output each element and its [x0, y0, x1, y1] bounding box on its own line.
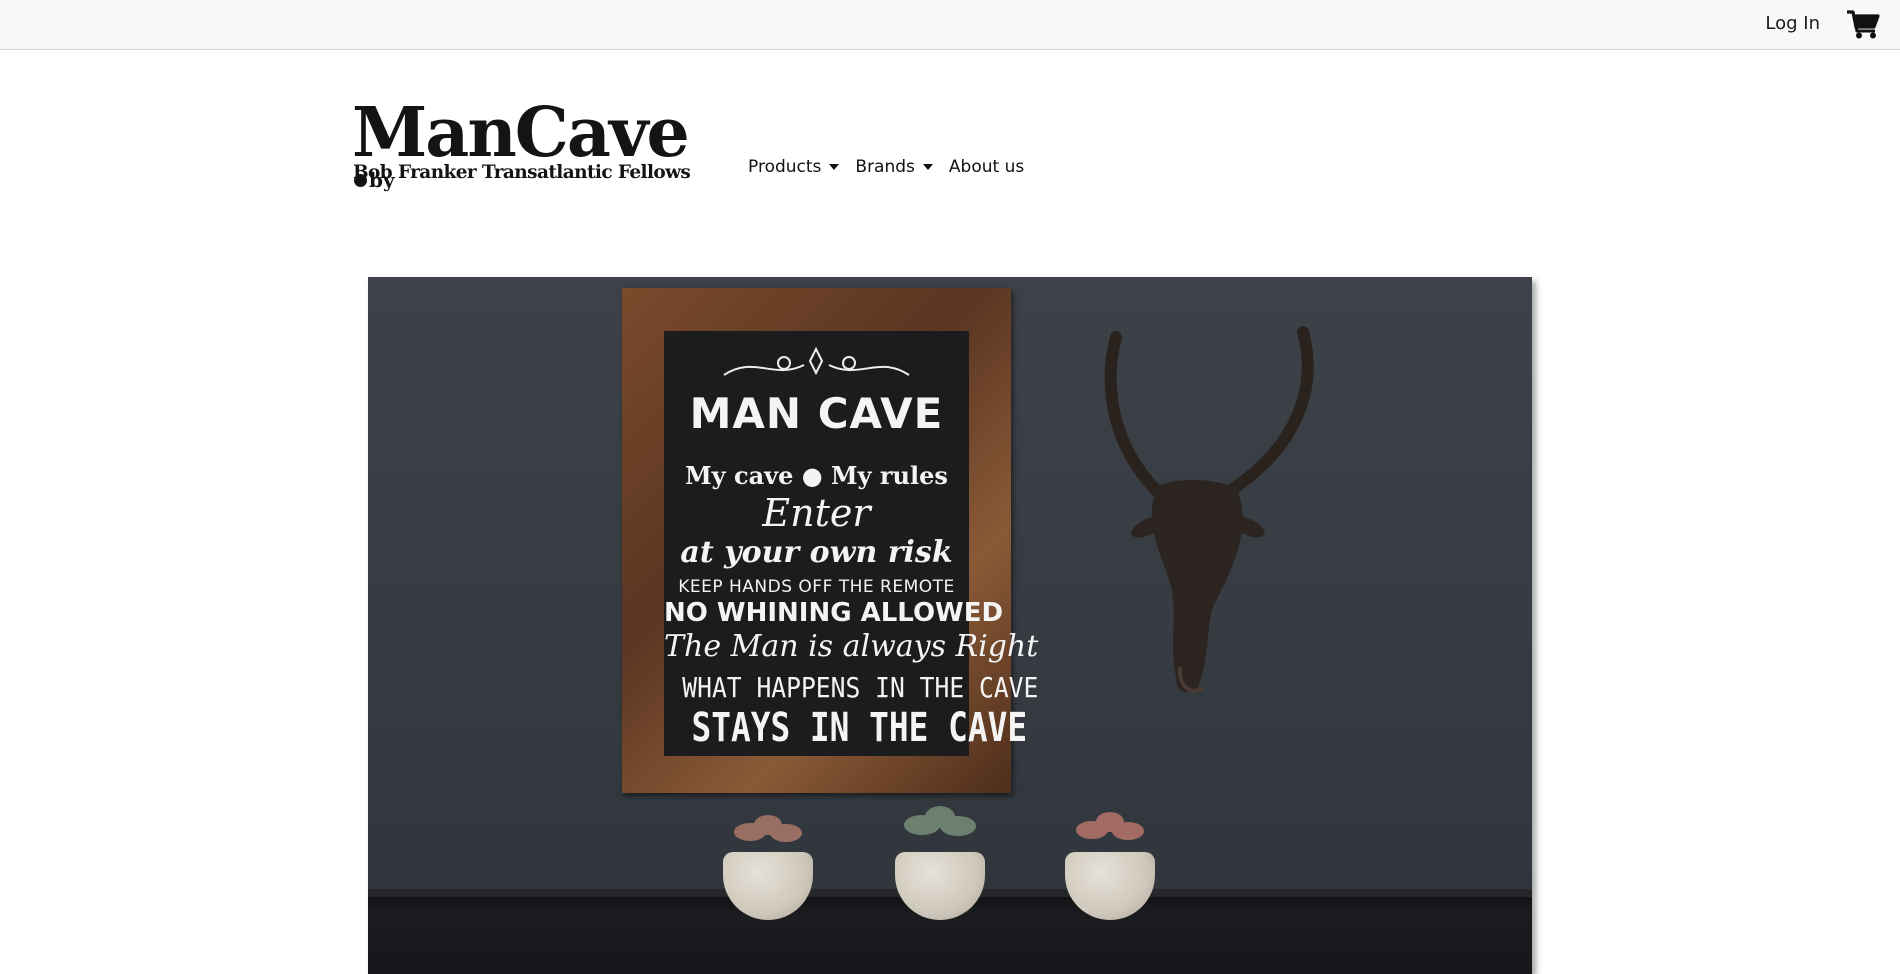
nav-brands[interactable]: Brands — [855, 157, 933, 177]
shopping-cart-icon[interactable] — [1846, 9, 1880, 39]
caret-down-icon — [829, 164, 840, 170]
nav-brands-label: Brands — [855, 157, 915, 177]
brand-logo[interactable]: ManCaveby Bob Franker Transatlantic Fell… — [352, 98, 691, 192]
nav-about-label: About us — [948, 157, 1025, 177]
brand-subtitle: Bob Franker Transatlantic Fellows — [353, 162, 691, 183]
login-link[interactable]: Log In — [1765, 13, 1820, 34]
main-nav: Products Brands About us — [748, 157, 1024, 177]
top-utility-bar: Log In — [0, 0, 1900, 50]
brand-name: ManCave — [352, 93, 690, 173]
nav-products[interactable]: Products — [748, 157, 840, 177]
hero-image: MAN CAVE My cave ● My rules Enter at you… — [368, 277, 1532, 974]
nav-about[interactable]: About us — [949, 157, 1024, 177]
nav-products-label: Products — [748, 157, 822, 177]
caret-down-icon — [922, 164, 933, 170]
